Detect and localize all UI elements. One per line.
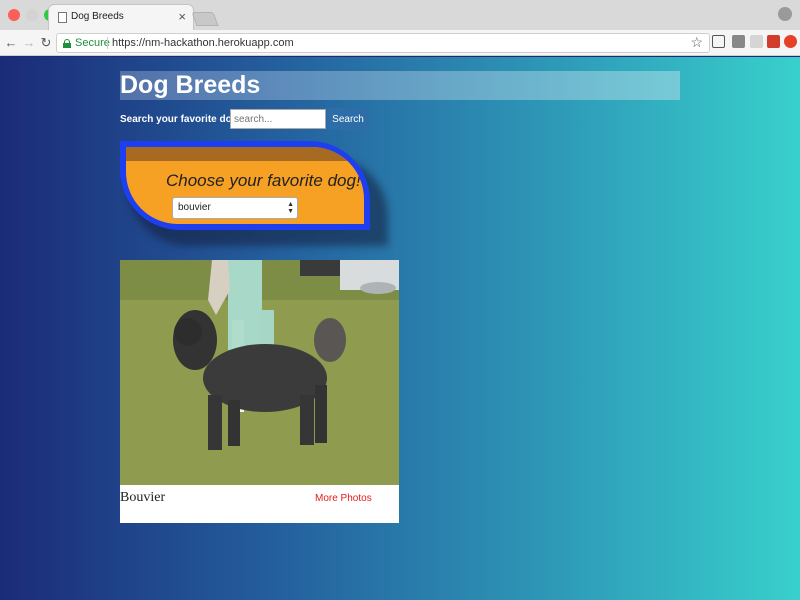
new-tab-button[interactable] <box>191 12 219 26</box>
chooser-band <box>126 147 364 161</box>
tab-close-icon[interactable]: × <box>178 9 186 24</box>
page-content: Dog Breeds Search your favorite dog: Sea… <box>0 57 800 600</box>
breed-name: Bouvier <box>120 490 166 505</box>
browser-tab[interactable]: Dog Breeds × <box>48 4 194 30</box>
search-label: Search your favorite dog: <box>120 114 242 125</box>
cast-icon[interactable] <box>712 35 725 48</box>
url-text[interactable]: https://nm-hackathon.herokuapp.com <box>112 37 294 49</box>
breed-card: Bouvier More Photos <box>120 260 399 523</box>
search-input[interactable] <box>230 109 326 129</box>
browser-toolbar: ← → ↻ Secure https://nm-hackathon.heroku… <box>0 30 800 56</box>
secure-label: Secure <box>75 37 110 49</box>
lock-icon <box>63 39 71 48</box>
extension-icon[interactable] <box>767 35 780 48</box>
breed-chooser-panel: Choose your favorite dog! bouvier ▲ ▼ <box>120 141 370 230</box>
address-bar[interactable]: Secure https://nm-hackathon.herokuapp.co… <box>56 33 710 53</box>
bookmark-star-icon[interactable]: ☆ <box>690 34 703 51</box>
breed-select-value: bouvier <box>178 202 211 213</box>
extension-icon[interactable] <box>750 35 763 48</box>
extension-icon[interactable] <box>784 35 797 48</box>
chooser-prompt: Choose your favorite dog! <box>166 171 361 190</box>
breed-chooser-inner: Choose your favorite dog! bouvier ▲ ▼ <box>126 147 364 224</box>
forward-icon[interactable]: → <box>21 34 37 52</box>
close-window-button[interactable] <box>8 9 20 21</box>
extension-icon[interactable] <box>732 35 745 48</box>
tab-title: Dog Breeds <box>71 11 124 22</box>
more-photos-link[interactable]: More Photos <box>315 493 372 504</box>
back-icon[interactable]: ← <box>3 34 19 52</box>
minimize-window-button[interactable] <box>26 9 38 21</box>
breed-select[interactable]: bouvier ▲ ▼ <box>172 197 298 219</box>
browser-tab-strip: Dog Breeds × <box>0 0 800 30</box>
select-arrows-icon: ▲ ▼ <box>287 201 294 215</box>
dog-photo <box>120 260 399 485</box>
profile-icon[interactable] <box>778 7 792 21</box>
page-title: Dog Breeds <box>120 71 261 99</box>
header-bar: Dog Breeds <box>120 71 680 100</box>
search-button[interactable]: Search <box>327 108 369 130</box>
page-icon <box>58 12 67 23</box>
address-divider <box>107 37 108 49</box>
reload-icon[interactable]: ↻ <box>38 34 54 52</box>
